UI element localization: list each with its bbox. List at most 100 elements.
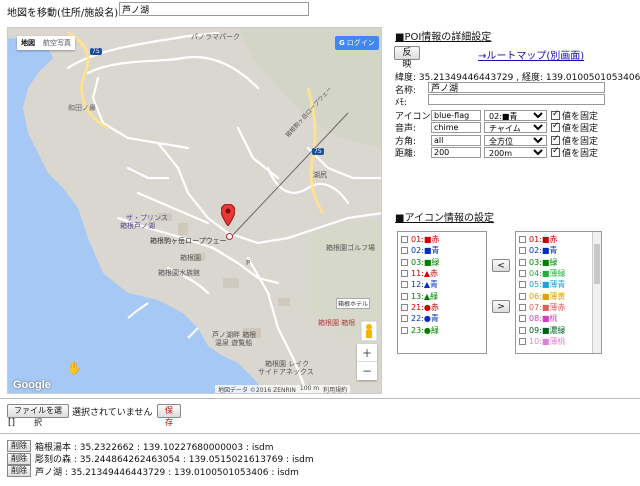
icon-fix-checkbox[interactable] [551, 109, 560, 120]
map-terms-link[interactable]: 利用規約 [323, 385, 347, 393]
distance-code-input[interactable] [431, 147, 481, 159]
list-item[interactable]: 08:■桃 [516, 313, 601, 324]
zoom-out-button[interactable]: − [357, 362, 377, 380]
sound-code-input[interactable] [431, 122, 481, 134]
item-label: 09:■濃緑 [529, 325, 566, 335]
map-label-hotel: 箱根芦ノ湖 [120, 222, 155, 230]
scrollbar-thumb[interactable] [594, 244, 600, 284]
item-checkbox[interactable] [519, 236, 526, 244]
list-item[interactable]: 03:■緑 [516, 257, 601, 268]
item-label: 03:■緑 [529, 257, 558, 267]
item-checkbox[interactable] [401, 236, 408, 244]
item-checkbox[interactable] [401, 326, 408, 334]
list-item[interactable]: 11:▲赤 [398, 268, 486, 279]
map-view[interactable]: 地図 航空写真 G ログイン パノラマパーク 75 75 和田ノ鼻 箱根駒ヶ岳ロ… [7, 27, 382, 394]
item-checkbox[interactable] [401, 281, 408, 289]
entry-text: 芦ノ湖 : 35.21349446443729 : 139.0100501053… [35, 467, 299, 478]
delete-button[interactable]: 削除 [7, 465, 31, 478]
direction-select[interactable]: 全方位 [484, 134, 547, 146]
distance-setting-row: 距離: 200m 値を固定 [395, 146, 635, 160]
map-label-hotel-hakone: 箱根ホテル [336, 298, 371, 309]
item-checkbox[interactable] [519, 337, 526, 345]
direction-code-input[interactable] [431, 134, 481, 146]
route-map-link[interactable]: →ルートマップ(別画面) [478, 47, 584, 62]
map-label-panorama: パノラマパーク [191, 33, 240, 41]
direction-fix-label: 値を固定 [562, 136, 599, 147]
memo-field[interactable] [428, 94, 605, 105]
list-item[interactable]: 02:■青 [398, 245, 486, 256]
list-item[interactable]: 23:●緑 [398, 324, 486, 335]
add-icon-button[interactable]: < [492, 259, 510, 272]
icon-fix-label: 値を固定 [562, 111, 599, 122]
entries-list: 削除 箱根湯本 : 35.2322662 : 139.1022768000000… [7, 440, 607, 478]
zoom-in-button[interactable]: + [357, 344, 377, 362]
item-label: 23:●緑 [411, 325, 439, 335]
road-shield-75: 75 [90, 48, 102, 55]
item-checkbox[interactable] [401, 258, 408, 266]
item-checkbox[interactable] [401, 247, 408, 255]
list-item[interactable]: 01:■赤 [516, 234, 601, 245]
map-scale: 100 m [299, 385, 320, 392]
item-checkbox[interactable] [519, 292, 526, 300]
item-checkbox[interactable] [519, 247, 526, 255]
item-checkbox[interactable] [401, 303, 408, 311]
icon-setting-row: アイコン: 02:■青 値を固定 [395, 109, 635, 122]
item-checkbox[interactable] [401, 292, 408, 300]
map-label-aquarium: 箱根園水族館 [158, 269, 200, 277]
map-type-map-button[interactable]: 地図 [17, 36, 39, 50]
list-scrollbar[interactable] [592, 232, 601, 353]
choose-file-button[interactable]: ファイルを選択 [7, 404, 69, 427]
list-item[interactable]: 03:■緑 [398, 257, 486, 268]
search-label: 地図を移動(住所/施設名): [7, 8, 122, 19]
item-checkbox[interactable] [519, 326, 526, 334]
item-checkbox[interactable] [519, 303, 526, 311]
map-pin-icon[interactable] [220, 203, 236, 229]
delete-button[interactable]: 削除 [7, 440, 31, 453]
bracket-text: [] [8, 418, 16, 428]
list-item[interactable]: 12:▲青 [398, 279, 486, 290]
login-button[interactable]: G ログイン [335, 36, 379, 50]
sound-fix-checkbox[interactable] [551, 121, 560, 133]
map-type-satellite-button[interactable]: 航空写真 [39, 36, 75, 50]
sound-setting-label: 音声: [395, 124, 417, 135]
list-item[interactable]: 07:■薄赤 [516, 302, 601, 313]
list-item[interactable]: 09:■濃緑 [516, 324, 601, 335]
list-item[interactable]: 21:●赤 [398, 302, 486, 313]
item-checkbox[interactable] [519, 270, 526, 278]
item-checkbox[interactable] [401, 270, 408, 278]
icon-section-title: ■アイコン情報の設定 [395, 213, 494, 224]
list-item[interactable]: 22:●青 [398, 313, 486, 324]
distance-select[interactable]: 200m [484, 147, 547, 159]
direction-fix-checkbox[interactable] [551, 134, 560, 145]
file-status: 選択されていません [72, 408, 153, 418]
distance-fix-label: 値を固定 [562, 149, 599, 160]
available-icons-list[interactable]: 01:■赤 02:■青 03:■緑 11:▲赤 12:▲青 13:▲緑 21:●赤 22:●青… [397, 231, 487, 354]
name-field[interactable] [428, 82, 605, 93]
entry-text: 彫刻の森 : 35.244864262463054 : 139.05150216… [35, 455, 314, 466]
remove-icon-button[interactable]: > [492, 300, 510, 313]
delete-button[interactable]: 削除 [7, 452, 31, 465]
list-item[interactable]: 06:■薄黄 [516, 290, 601, 301]
item-checkbox[interactable] [519, 315, 526, 323]
map-label-lakeside: サイドアネックス [258, 368, 314, 376]
list-item[interactable]: 10:■薄桃 [516, 336, 601, 347]
list-item[interactable]: 02:■青 [516, 245, 601, 256]
list-item[interactable]: 05:■薄青 [516, 279, 601, 290]
search-input[interactable] [119, 2, 309, 16]
divider [0, 398, 640, 399]
list-item[interactable]: 01:■赤 [398, 234, 486, 245]
road-shield-75: 75 [312, 148, 324, 155]
save-button[interactable]: 保存 [157, 404, 181, 427]
icon-select[interactable]: 02:■青 [484, 109, 547, 121]
distance-fix-checkbox[interactable] [551, 146, 560, 158]
list-item[interactable]: 04:■薄緑 [516, 268, 601, 279]
item-checkbox[interactable] [519, 258, 526, 266]
item-checkbox[interactable] [401, 315, 408, 323]
map-label-onsen: 温泉 遊覧船 [215, 339, 253, 347]
selected-icons-list[interactable]: 01:■赤 02:■青 03:■緑 04:■薄緑 05:■薄青 06:■薄黄 07:■薄赤 0… [515, 231, 602, 354]
icon-code-input[interactable] [431, 109, 481, 121]
apply-button[interactable]: 反映 [394, 46, 420, 70]
sound-select[interactable]: チャイム [484, 122, 547, 134]
item-checkbox[interactable] [519, 281, 526, 289]
list-item[interactable]: 13:▲緑 [398, 290, 486, 301]
